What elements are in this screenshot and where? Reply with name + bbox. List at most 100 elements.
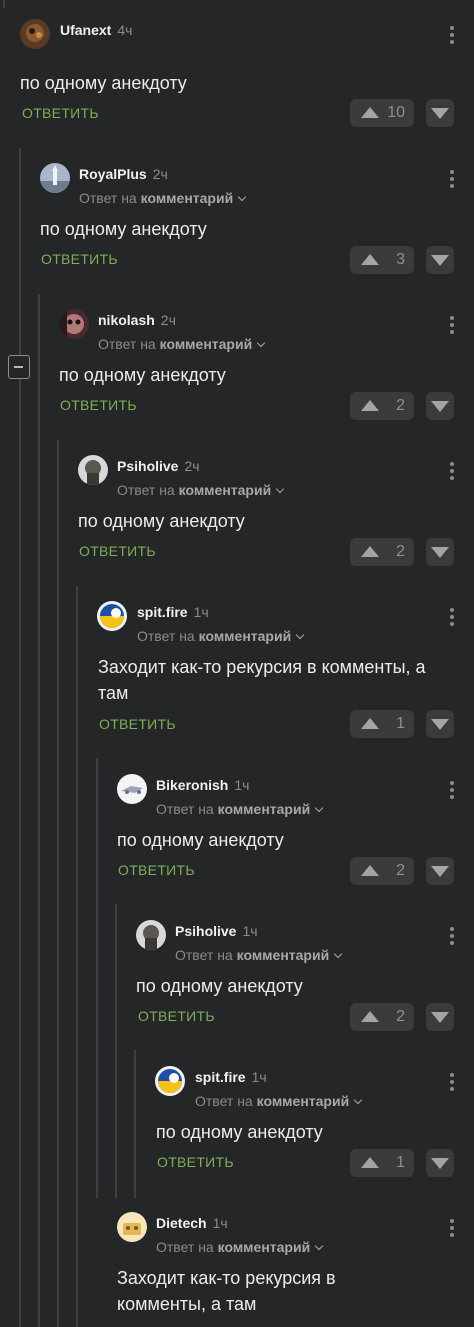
comment-text: Заходит как-то рекурсия в комменты, а та… <box>98 657 426 703</box>
author-name[interactable]: Ufanext 4ч <box>60 22 132 38</box>
comment-text: по одному анекдоту <box>117 830 284 850</box>
upvote-button[interactable]: 2 <box>350 392 414 420</box>
reply-target-link[interactable]: Ответ на комментарий <box>117 482 285 498</box>
reply-target-link[interactable]: Ответ на комментарий <box>156 801 324 817</box>
reply-target-link[interactable]: Ответ на комментарий <box>156 1239 324 1255</box>
arrow-up-icon <box>361 546 379 557</box>
avatar[interactable] <box>136 920 166 950</box>
collapse-thread-button[interactable] <box>8 355 30 379</box>
reply-target-link[interactable]: Ответ на комментарий <box>137 628 305 644</box>
reply-button[interactable]: ОТВЕТИТЬ <box>22 105 99 121</box>
vote-count: 2 <box>396 543 405 560</box>
more-options-icon[interactable] <box>450 781 454 799</box>
arrow-up-icon <box>361 254 379 265</box>
comment: Psiholive 1ч Ответ на комментарий по одно… <box>136 917 474 1037</box>
comment-time: 1ч <box>212 1215 228 1231</box>
upvote-button[interactable]: 10 <box>350 99 414 127</box>
more-options-icon[interactable] <box>450 462 454 480</box>
avatar[interactable] <box>20 19 50 49</box>
arrow-down-icon <box>431 1012 449 1023</box>
thread-line[interactable] <box>96 758 98 1198</box>
avatar[interactable] <box>40 163 70 193</box>
author-name[interactable]: nikolash 2ч <box>98 312 176 328</box>
comment-text: по одному анекдоту <box>156 1122 323 1142</box>
downvote-button[interactable] <box>426 710 454 738</box>
thread-line[interactable] <box>19 148 21 1327</box>
comment-text: по одному анекдоту <box>40 219 207 239</box>
arrow-down-icon <box>431 108 449 119</box>
arrow-up-icon <box>361 400 379 411</box>
reply-button[interactable]: ОТВЕТИТЬ <box>60 397 137 413</box>
reply-target-link[interactable]: Ответ на комментарий <box>79 190 247 206</box>
reply-button[interactable]: ОТВЕТИТЬ <box>118 862 195 878</box>
thread-line[interactable] <box>115 904 117 1198</box>
comment-time: 1ч <box>193 604 209 620</box>
downvote-button[interactable] <box>426 392 454 420</box>
more-options-icon[interactable] <box>450 170 454 188</box>
comment: Psiholive 2ч Ответ на комментарий по одно… <box>78 452 474 572</box>
downvote-button[interactable] <box>426 99 454 127</box>
comment: Ufanext 4ч по одному анекдоту ОТВЕТИТЬ 10 <box>20 16 474 136</box>
downvote-button[interactable] <box>426 246 454 274</box>
comment-time: 2ч <box>160 312 176 328</box>
arrow-up-icon <box>361 107 379 118</box>
thread-line[interactable] <box>134 1050 136 1198</box>
upvote-button[interactable]: 1 <box>350 1149 414 1177</box>
downvote-button[interactable] <box>426 1149 454 1177</box>
upvote-button[interactable]: 2 <box>350 857 414 885</box>
more-options-icon[interactable] <box>450 316 454 334</box>
reply-button[interactable]: ОТВЕТИТЬ <box>157 1154 234 1170</box>
author-name[interactable]: Psiholive 2ч <box>117 458 200 474</box>
avatar[interactable] <box>155 1066 185 1096</box>
comment-time: 2ч <box>152 166 168 182</box>
chevron-down-icon <box>275 484 285 494</box>
author-name[interactable]: Bikeronish 1ч <box>156 777 249 793</box>
thread-line[interactable] <box>57 440 59 1327</box>
arrow-down-icon <box>431 719 449 730</box>
arrow-up-icon <box>361 1157 379 1168</box>
reply-button[interactable]: ОТВЕТИТЬ <box>41 251 118 267</box>
author-name[interactable]: spit.fire 1ч <box>137 604 209 620</box>
author-name[interactable]: Dietech 1ч <box>156 1215 228 1231</box>
comment-text: по одному анекдоту <box>20 73 187 93</box>
reply-button[interactable]: ОТВЕТИТЬ <box>79 543 156 559</box>
arrow-down-icon <box>431 547 449 558</box>
upvote-button[interactable]: 2 <box>350 538 414 566</box>
comment: spit.fire 1ч Ответ на комментарий по одно… <box>155 1063 474 1183</box>
comment-time: 1ч <box>251 1069 267 1085</box>
avatar[interactable] <box>97 601 127 631</box>
reply-button[interactable]: ОТВЕТИТЬ <box>138 1008 215 1024</box>
upvote-button[interactable]: 3 <box>350 246 414 274</box>
avatar[interactable] <box>117 774 147 804</box>
author-name[interactable]: spit.fire 1ч <box>195 1069 267 1085</box>
chevron-down-icon <box>333 949 343 959</box>
author-name[interactable]: RoyalPlus 2ч <box>79 166 168 182</box>
vote-count: 2 <box>396 397 405 414</box>
thread-line[interactable] <box>38 294 40 1327</box>
thread-line[interactable] <box>76 586 78 1327</box>
reply-target-link[interactable]: Ответ на комментарий <box>195 1093 363 1109</box>
downvote-button[interactable] <box>426 1003 454 1031</box>
upvote-button[interactable]: 2 <box>350 1003 414 1031</box>
reply-target-link[interactable]: Ответ на комментарий <box>175 947 343 963</box>
more-options-icon[interactable] <box>450 927 454 945</box>
avatar[interactable] <box>117 1212 147 1242</box>
downvote-button[interactable] <box>426 538 454 566</box>
more-options-icon[interactable] <box>450 1219 454 1237</box>
vote-count: 2 <box>396 862 405 879</box>
reply-target-link[interactable]: Ответ на комментарий <box>98 336 266 352</box>
more-options-icon[interactable] <box>450 608 454 626</box>
avatar[interactable] <box>78 455 108 485</box>
more-options-icon[interactable] <box>450 26 454 44</box>
more-options-icon[interactable] <box>450 1073 454 1091</box>
vote-count: 3 <box>396 251 405 268</box>
avatar[interactable] <box>59 309 89 339</box>
upvote-button[interactable]: 1 <box>350 710 414 738</box>
author-name[interactable]: Psiholive 1ч <box>175 923 258 939</box>
chevron-down-icon <box>256 338 266 348</box>
downvote-button[interactable] <box>426 857 454 885</box>
reply-button[interactable]: ОТВЕТИТЬ <box>99 716 176 732</box>
comment: RoyalPlus 2ч Ответ на комментарий по одно… <box>40 160 474 280</box>
comment-text: по одному анекдоту <box>59 365 226 385</box>
vote-count: 2 <box>396 1008 405 1025</box>
